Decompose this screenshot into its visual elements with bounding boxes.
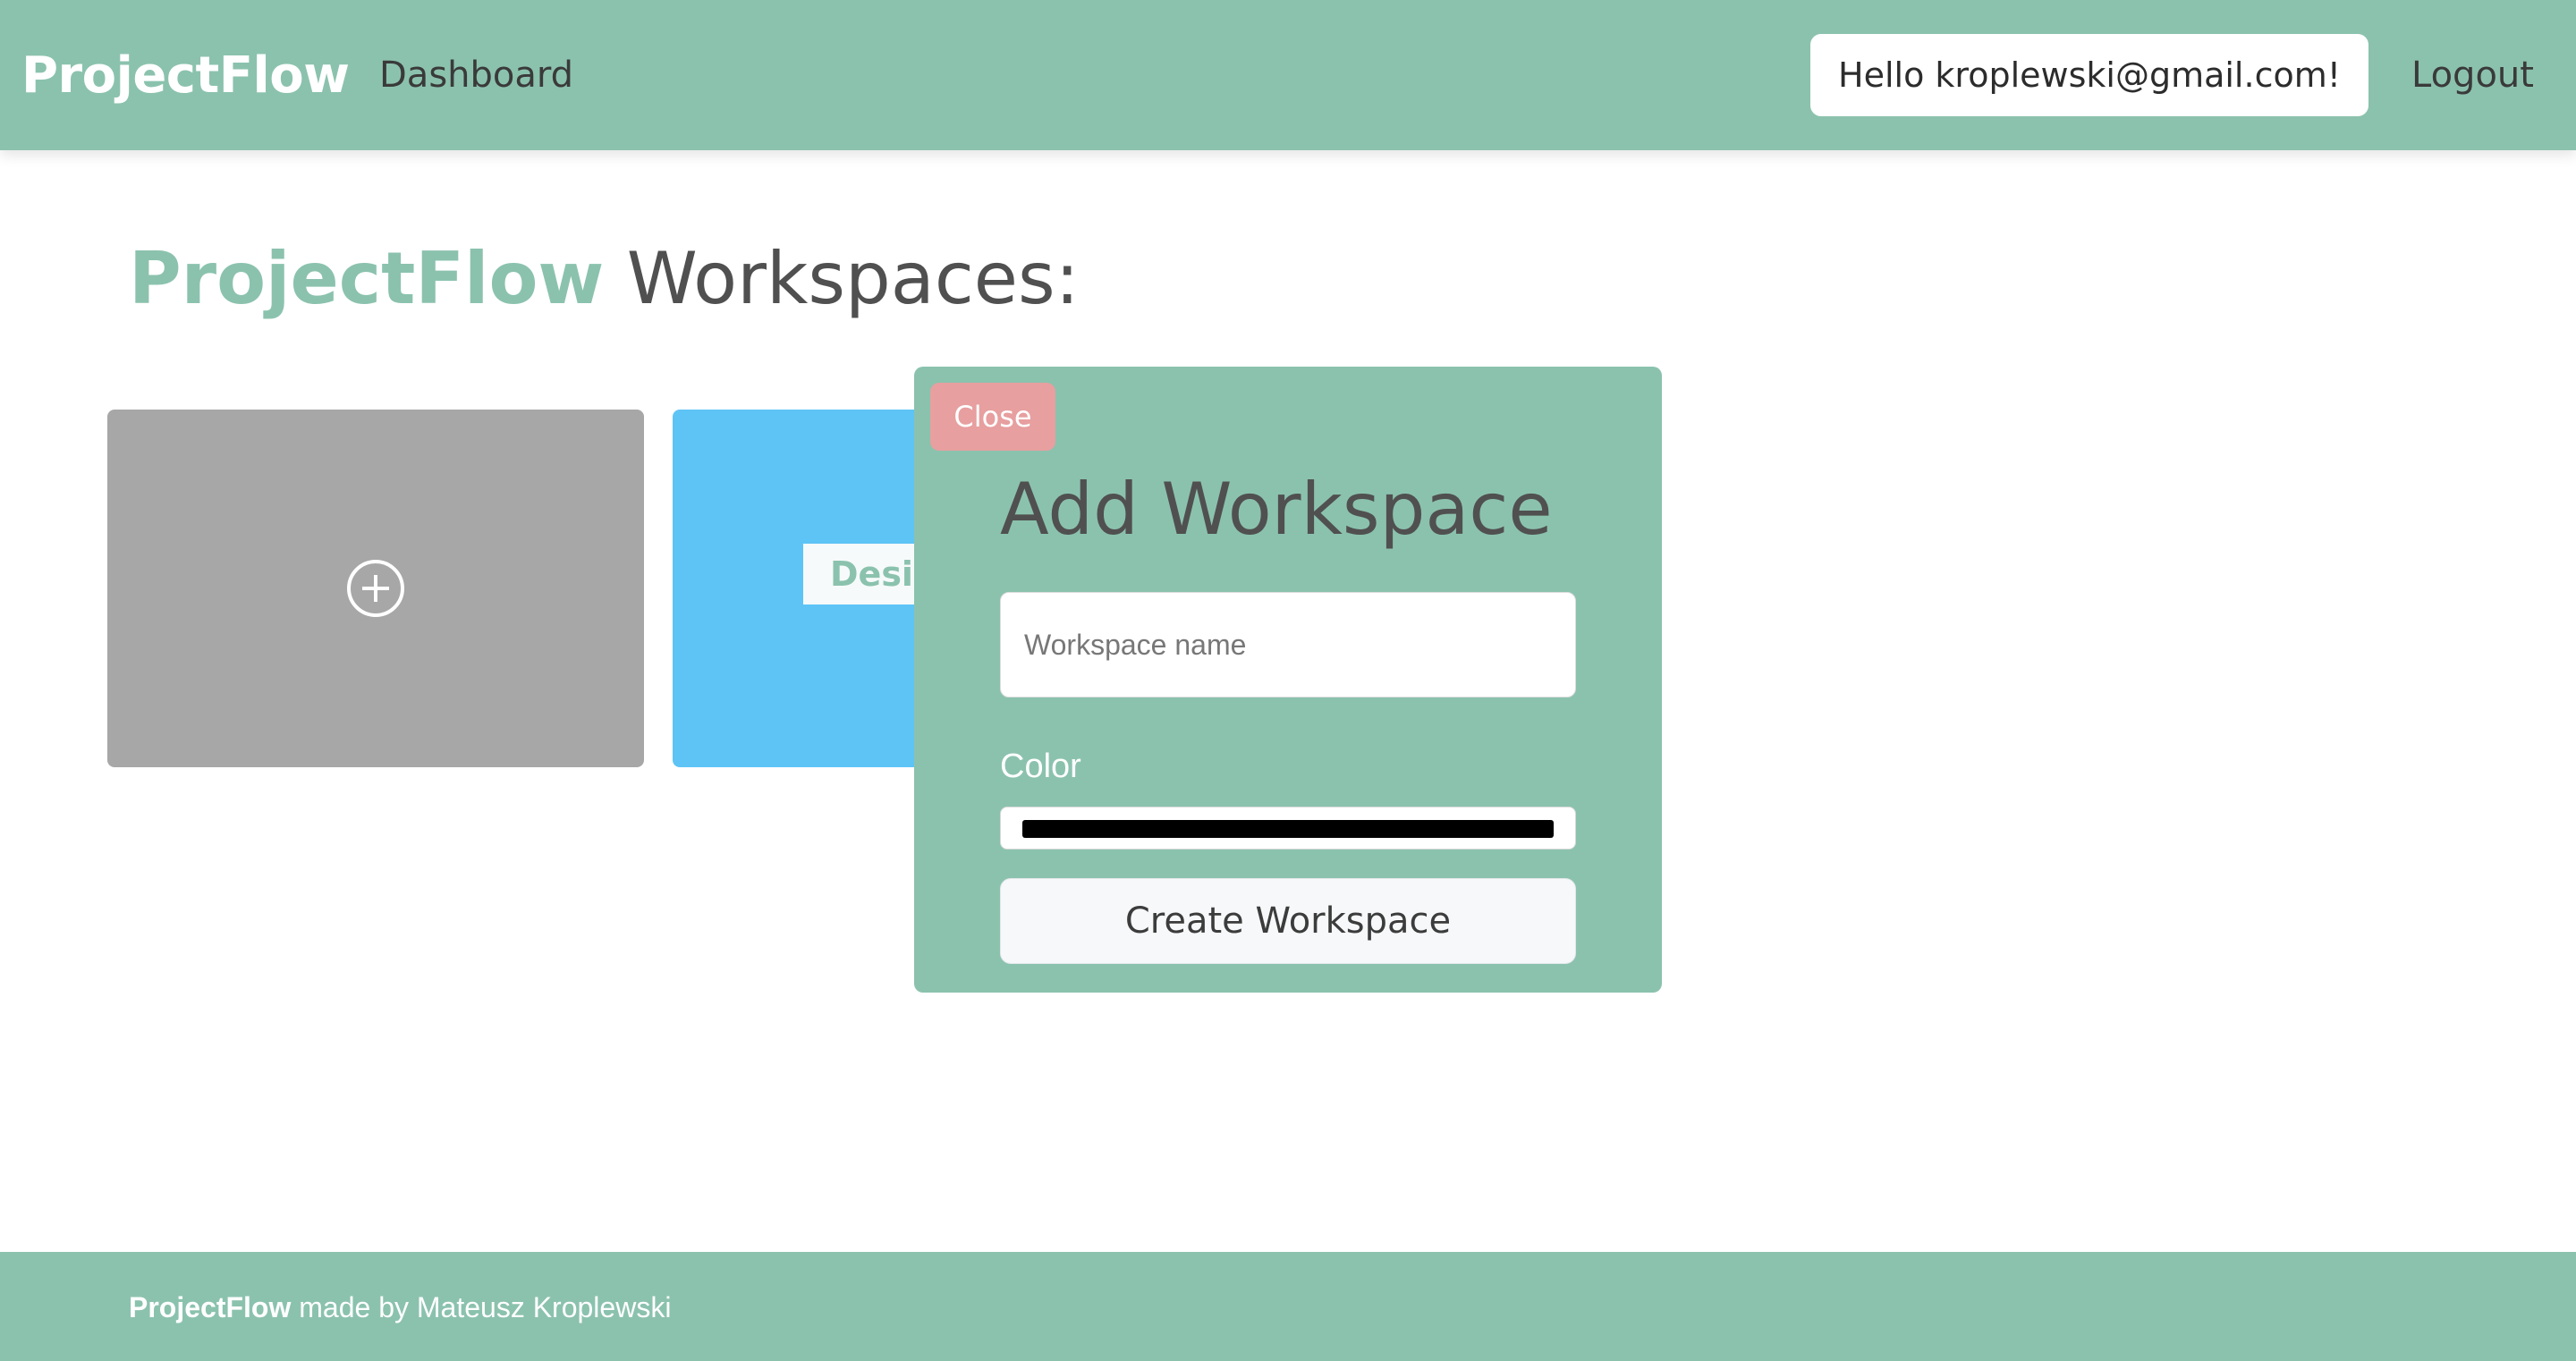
add-workspace-modal: Close Add Workspace Color Create Workspa… <box>914 367 1662 993</box>
color-picker[interactable] <box>1000 807 1576 850</box>
close-button[interactable]: Close <box>930 383 1055 451</box>
navbar: ProjectFlow Dashboard Hello kroplewski@g… <box>0 0 2576 150</box>
color-swatch <box>1022 820 1554 838</box>
workspace-name-input[interactable] <box>1000 592 1576 697</box>
dashboard-link[interactable]: Dashboard <box>379 52 573 98</box>
logout-link[interactable]: Logout <box>2411 52 2534 98</box>
color-label: Color <box>1000 748 1081 785</box>
user-greeting: Hello kroplewski@gmail.com! <box>1810 34 2368 116</box>
footer-brand: ProjectFlow <box>129 1291 292 1323</box>
page-title-text: Workspaces: <box>604 237 1080 320</box>
modal-title: Add Workspace <box>1000 468 1553 551</box>
footer-credit: made by Mateusz Kroplewski <box>291 1291 672 1323</box>
add-workspace-card[interactable] <box>107 410 644 767</box>
page-title: ProjectFlow Workspaces: <box>129 234 1080 324</box>
create-workspace-button[interactable]: Create Workspace <box>1000 878 1576 964</box>
footer: ProjectFlow made by Mateusz Kroplewski <box>0 1252 2576 1361</box>
brand-logo[interactable]: ProjectFlow <box>21 45 350 107</box>
footer-text: ProjectFlow made by Mateusz Kroplewski <box>129 1289 671 1325</box>
plus-circle-icon <box>347 560 404 617</box>
page-title-brand: ProjectFlow <box>129 237 605 320</box>
